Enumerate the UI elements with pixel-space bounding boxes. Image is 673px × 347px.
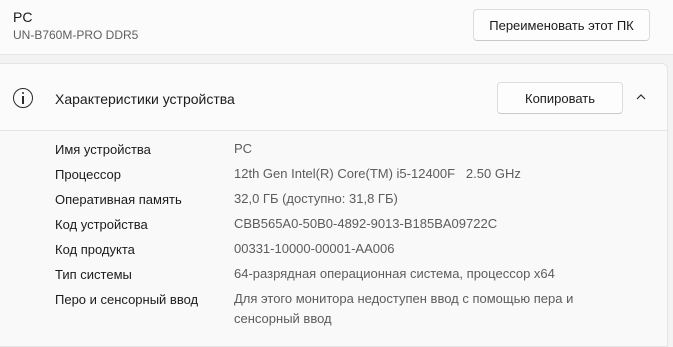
spec-label: Перо и сенсорный ввод xyxy=(55,292,199,307)
spec-label: Код продукта xyxy=(55,242,135,257)
spec-value: 00331-10000-00001-AA006 xyxy=(234,241,395,256)
spec-value: 64-разрядная операционная система, проце… xyxy=(234,266,555,281)
device-specifications-header[interactable]: Характеристики устройства Копировать xyxy=(0,64,667,131)
spec-label: Код устройства xyxy=(55,217,148,232)
copy-button[interactable]: Копировать xyxy=(497,82,623,114)
spec-value: 32,0 ГБ (доступно: 31,8 ГБ) xyxy=(234,191,398,206)
spec-value: Для этого монитора недоступен ввод с пом… xyxy=(234,291,574,326)
info-icon xyxy=(13,88,33,108)
rename-pc-button[interactable]: Переименовать этот ПК xyxy=(473,9,650,41)
chevron-up-icon[interactable] xyxy=(636,92,646,102)
device-specifications-title: Характеристики устройства xyxy=(55,91,235,107)
pc-name: PC xyxy=(13,9,33,25)
pc-model: UN-B760M-PRO DDR5 xyxy=(13,28,139,42)
device-specifications-card: Характеристики устройства Копировать Имя… xyxy=(0,63,668,347)
spec-value: CBB565A0-50B0-4892-9013-B185BA09722C xyxy=(234,216,498,231)
spec-label: Тип системы xyxy=(55,267,132,282)
pc-name-card: PC UN-B760M-PRO DDR5 Переименовать этот … xyxy=(0,0,673,55)
spec-label: Оперативная память xyxy=(55,192,182,207)
spec-value: PC xyxy=(234,141,253,156)
spec-label: Имя устройства xyxy=(55,142,151,157)
spec-label: Процессор xyxy=(55,167,121,182)
spec-value: 12th Gen Intel(R) Core(TM) i5-12400F 2.5… xyxy=(234,166,521,181)
